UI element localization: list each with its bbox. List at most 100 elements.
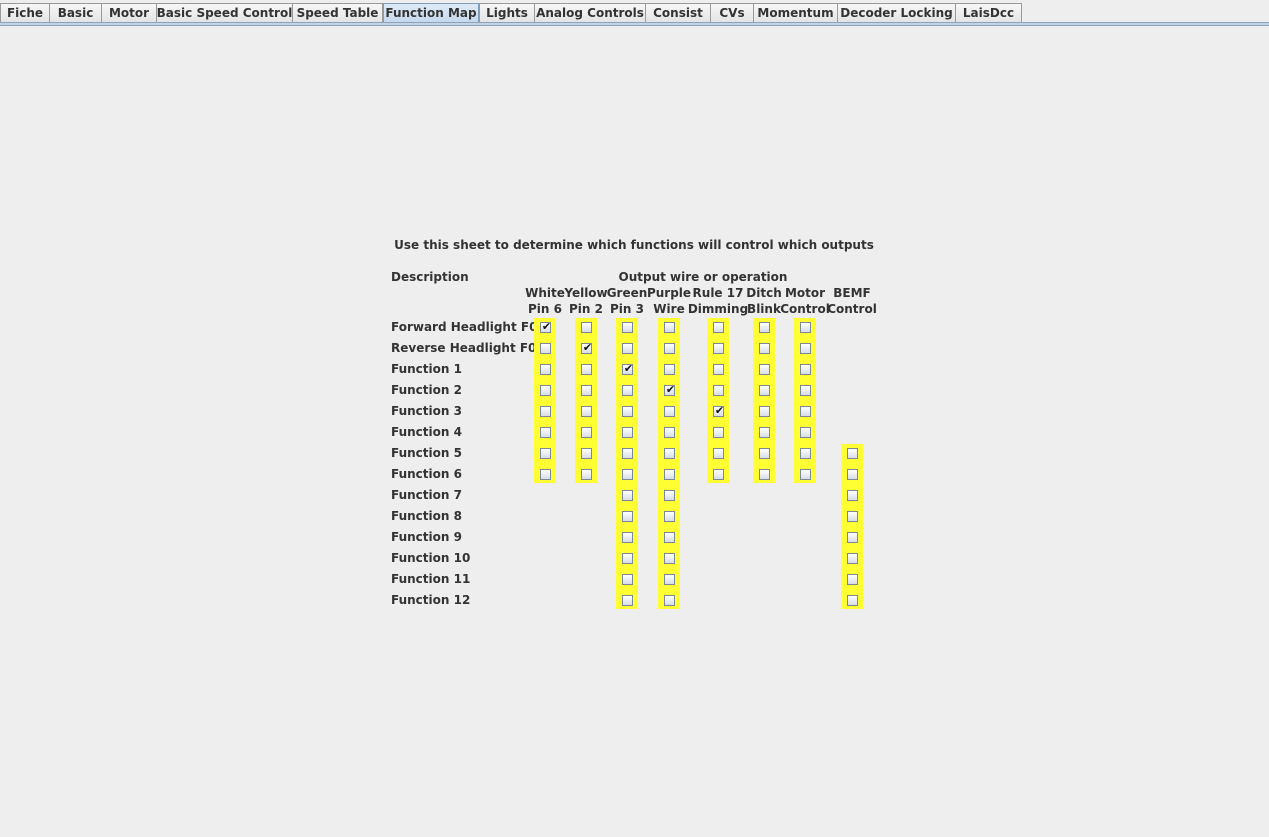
tab-analog-controls[interactable]: Analog Controls: [534, 3, 646, 22]
column-header-line2: Dimming: [687, 302, 749, 316]
function-map-checkbox[interactable]: [847, 511, 858, 522]
function-map-checkbox[interactable]: [622, 490, 633, 501]
function-map-checkbox[interactable]: [581, 385, 592, 396]
tab-decoder-locking[interactable]: Decoder Locking: [837, 3, 956, 22]
function-map-checkbox[interactable]: [622, 406, 633, 417]
function-map-checkbox[interactable]: [713, 343, 724, 354]
tab-cvs[interactable]: CVs: [710, 3, 754, 22]
tab-speed-table[interactable]: Speed Table: [292, 3, 383, 22]
function-map-checkbox[interactable]: [622, 511, 633, 522]
function-map-checkbox[interactable]: [847, 532, 858, 543]
function-map-checkbox[interactable]: [581, 322, 592, 333]
function-map-checkbox[interactable]: [622, 343, 633, 354]
function-map-checkbox[interactable]: [713, 385, 724, 396]
function-map-checkbox[interactable]: [581, 364, 592, 375]
function-map-checkbox[interactable]: [759, 448, 770, 459]
function-map-checkbox[interactable]: [800, 322, 811, 333]
function-map-checkbox[interactable]: [664, 322, 675, 333]
function-map-checkbox[interactable]: [759, 364, 770, 375]
function-map-checkbox[interactable]: [622, 469, 633, 480]
function-map-checkbox[interactable]: [713, 427, 724, 438]
function-map-checkbox[interactable]: [581, 406, 592, 417]
function-map-checkbox[interactable]: [847, 595, 858, 606]
tab-strip-border: [0, 22, 1269, 26]
function-map-checkbox[interactable]: [622, 553, 633, 564]
function-map-checkbox[interactable]: [622, 427, 633, 438]
function-row-label: Function 12: [391, 593, 471, 607]
function-map-checkbox[interactable]: [540, 406, 551, 417]
function-map-checkbox[interactable]: [800, 427, 811, 438]
function-map-checkbox[interactable]: [622, 322, 633, 333]
tab-basic-speed-control[interactable]: Basic Speed Control: [156, 3, 293, 22]
function-map-checkbox[interactable]: [847, 469, 858, 480]
function-map-checkbox[interactable]: [622, 595, 633, 606]
function-map-checkbox[interactable]: [581, 448, 592, 459]
function-map-checkbox[interactable]: [664, 511, 675, 522]
function-map-checkbox[interactable]: [847, 553, 858, 564]
column-header-line1: Ditch: [746, 286, 782, 300]
function-map-checkbox[interactable]: [540, 364, 551, 375]
tab-fiche[interactable]: Fiche: [0, 3, 50, 22]
function-map-checkbox[interactable]: [664, 490, 675, 501]
function-map-checkbox[interactable]: [800, 469, 811, 480]
function-map-checkbox[interactable]: [800, 343, 811, 354]
tab-basic[interactable]: Basic: [49, 3, 102, 22]
function-map-checkbox[interactable]: [759, 322, 770, 333]
function-map-checkbox[interactable]: [622, 448, 633, 459]
column-header-line2: Wire: [653, 302, 685, 316]
tab-consist[interactable]: Consist: [645, 3, 711, 22]
tab-function-map[interactable]: Function Map: [383, 3, 479, 22]
function-map-checkbox[interactable]: [664, 448, 675, 459]
function-map-checkbox[interactable]: [622, 574, 633, 585]
function-map-checkbox[interactable]: [581, 427, 592, 438]
function-map-checkbox[interactable]: [847, 490, 858, 501]
function-map-checkbox[interactable]: [622, 385, 633, 396]
function-map-checkbox[interactable]: [800, 406, 811, 417]
function-map-checkbox[interactable]: ✔: [713, 404, 724, 417]
function-map-checkbox[interactable]: [540, 469, 551, 480]
function-map-checkbox[interactable]: [713, 448, 724, 459]
function-map-checkbox[interactable]: [847, 448, 858, 459]
function-map-checkbox[interactable]: [759, 469, 770, 480]
function-map-checkbox[interactable]: ✔: [540, 320, 551, 333]
function-map-checkbox[interactable]: [622, 532, 633, 543]
function-map-checkbox[interactable]: [713, 364, 724, 375]
function-map-checkbox[interactable]: ✔: [622, 362, 634, 375]
function-map-checkbox[interactable]: [759, 385, 770, 396]
function-row-label: Function 8: [391, 509, 462, 523]
function-map-checkbox[interactable]: [581, 469, 592, 480]
function-map-checkbox[interactable]: [664, 364, 675, 375]
function-map-checkbox[interactable]: [664, 469, 675, 480]
check-mark-icon: ✔: [623, 362, 634, 375]
function-map-checkbox[interactable]: [664, 427, 675, 438]
function-map-checkbox[interactable]: [664, 595, 675, 606]
function-map-checkbox[interactable]: [664, 553, 675, 564]
function-map-checkbox[interactable]: [664, 532, 675, 543]
function-map-checkbox[interactable]: [713, 469, 724, 480]
function-map-checkbox[interactable]: [800, 385, 811, 396]
check-mark-icon: ✔: [582, 341, 593, 354]
function-row-label: Reverse Headlight F0(r): [391, 341, 554, 355]
function-map-checkbox[interactable]: [664, 343, 675, 354]
tab-momentum[interactable]: Momentum: [753, 3, 838, 22]
function-map-checkbox[interactable]: [759, 406, 770, 417]
column-header-line1: White: [525, 286, 565, 300]
function-map-checkbox[interactable]: [540, 448, 551, 459]
column-header-line1: Motor: [784, 286, 826, 300]
function-map-checkbox[interactable]: [664, 574, 675, 585]
function-map-checkbox[interactable]: [664, 406, 675, 417]
function-map-checkbox[interactable]: [759, 427, 770, 438]
function-map-checkbox[interactable]: [540, 385, 551, 396]
function-map-checkbox[interactable]: ✔: [664, 383, 675, 396]
tab-lights[interactable]: Lights: [479, 3, 535, 22]
tab-motor[interactable]: Motor: [101, 3, 157, 22]
function-map-checkbox[interactable]: [847, 574, 858, 585]
function-map-checkbox[interactable]: [759, 343, 770, 354]
tab-laisdcc[interactable]: LaisDcc: [955, 3, 1022, 22]
function-map-checkbox[interactable]: [540, 343, 551, 354]
function-map-checkbox[interactable]: [540, 427, 551, 438]
function-map-checkbox[interactable]: [713, 322, 724, 333]
function-map-checkbox[interactable]: [800, 448, 811, 459]
function-map-checkbox[interactable]: ✔: [581, 341, 593, 354]
function-map-checkbox[interactable]: [800, 364, 811, 375]
